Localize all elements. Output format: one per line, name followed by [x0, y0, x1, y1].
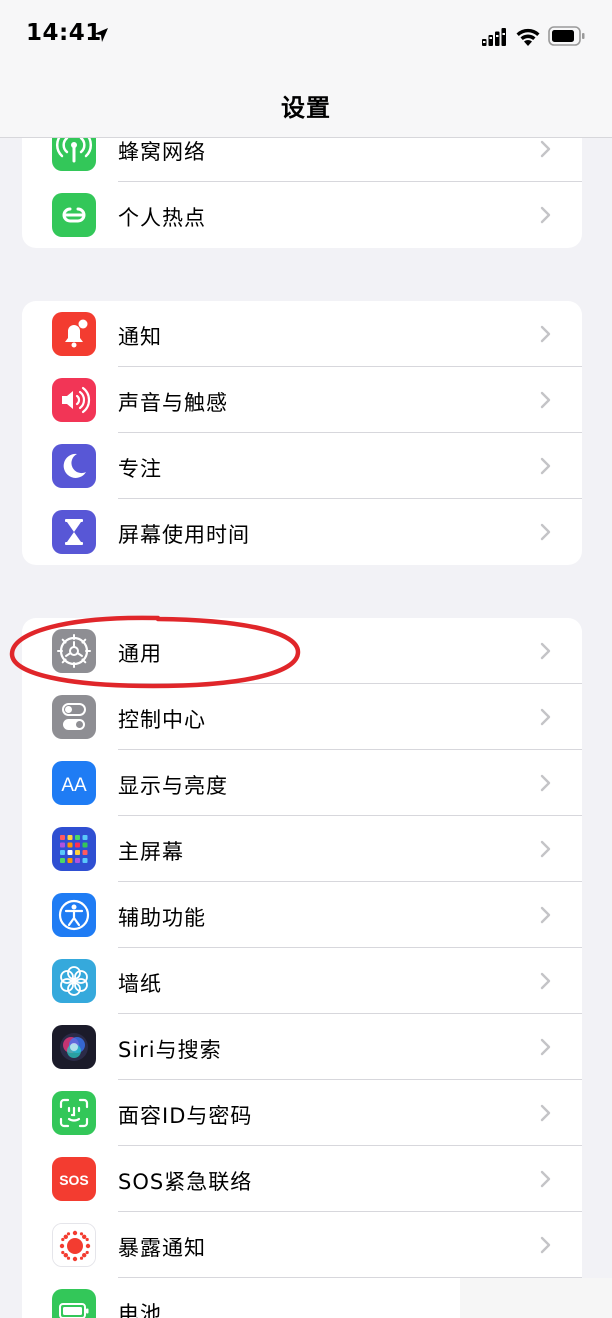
chevron-right-icon: [540, 1104, 551, 1122]
chevron-right-icon: [540, 391, 551, 409]
settings-row-hotspot[interactable]: 个人热点: [22, 182, 582, 248]
sos-icon: SOS: [52, 1157, 96, 1201]
row-label: 个人热点: [118, 206, 206, 230]
row-label: 面容ID与密码: [118, 1104, 253, 1128]
bell-icon: [52, 312, 96, 356]
face-id-icon: [52, 1091, 96, 1135]
chevron-right-icon: [540, 906, 551, 924]
text-size-icon: AA: [52, 761, 96, 805]
row-label: 控制中心: [118, 708, 206, 732]
chevron-right-icon: [540, 1170, 551, 1188]
settings-row-sounds[interactable]: 声音与触感: [22, 367, 582, 433]
settings-row-focus[interactable]: 专注: [22, 433, 582, 499]
chevron-right-icon: [540, 774, 551, 792]
status-time: 14:41: [26, 20, 102, 46]
settings-row-accessibility[interactable]: 辅助功能: [22, 882, 582, 948]
settings-row-home-screen[interactable]: 主屏幕: [22, 816, 582, 882]
chevron-right-icon: [540, 1038, 551, 1056]
location-arrow-icon: [94, 28, 108, 42]
hotspot-icon: [52, 193, 96, 237]
row-label: 屏幕使用时间: [118, 523, 250, 547]
settings-row-notifications[interactable]: 通知: [22, 301, 582, 367]
battery-icon: [548, 26, 585, 46]
row-label: Siri与搜索: [118, 1038, 222, 1062]
hourglass-icon: [52, 510, 96, 554]
chevron-right-icon: [540, 972, 551, 990]
settings-row-display[interactable]: AA 显示与亮度: [22, 750, 582, 816]
watermark-area: [460, 1278, 612, 1318]
row-label: 蜂窝网络: [118, 140, 206, 164]
cellular-signal-icon: [482, 28, 506, 46]
chevron-right-icon: [540, 708, 551, 726]
settings-row-siri[interactable]: Siri与搜索: [22, 1014, 582, 1080]
row-label: 显示与亮度: [118, 774, 228, 798]
speaker-icon: [52, 378, 96, 422]
status-bar: 14:41: [0, 0, 612, 72]
settings-row-emergency-sos[interactable]: SOS SOS紧急联络: [22, 1146, 582, 1212]
toggles-icon: [52, 695, 96, 739]
chevron-right-icon: [540, 457, 551, 475]
row-label: SOS紧急联络: [118, 1170, 253, 1194]
row-label: 电池: [118, 1302, 162, 1318]
chevron-right-icon: [540, 206, 551, 224]
chevron-right-icon: [540, 523, 551, 541]
siri-icon: [52, 1025, 96, 1069]
row-label: 声音与触感: [118, 391, 228, 415]
chevron-right-icon: [540, 1236, 551, 1254]
wifi-icon: [516, 28, 540, 46]
row-label: 暴露通知: [118, 1236, 206, 1260]
row-label: 专注: [118, 457, 162, 481]
settings-row-screen-time[interactable]: 屏幕使用时间: [22, 499, 582, 565]
battery-app-icon: [52, 1289, 96, 1318]
settings-row-control-center[interactable]: 控制中心: [22, 684, 582, 750]
settings-row-face-id[interactable]: 面容ID与密码: [22, 1080, 582, 1146]
settings-screen: 14:41 设置 蜂窝网络 个人热点 通知 声音与触感 专注 屏幕使用时间 通用…: [0, 0, 612, 1318]
settings-row-exposure-notifications[interactable]: 暴露通知: [22, 1212, 582, 1278]
gear-icon: [52, 629, 96, 673]
accessibility-icon: [52, 893, 96, 937]
settings-row-wallpaper[interactable]: 墙纸: [22, 948, 582, 1014]
exposure-icon: [52, 1223, 96, 1267]
row-label: 墙纸: [118, 972, 162, 996]
row-label: 通知: [118, 325, 162, 349]
row-label: 辅助功能: [118, 906, 206, 930]
flower-icon: [52, 959, 96, 1003]
chevron-right-icon: [540, 325, 551, 343]
home-grid-icon: [52, 827, 96, 871]
chevron-right-icon: [540, 840, 551, 858]
navigation-bar: 设置: [0, 72, 612, 138]
page-title: 设置: [281, 94, 331, 122]
settings-group-notifications: 通知 声音与触感 专注 屏幕使用时间: [22, 301, 582, 565]
settings-group-general: 通用 控制中心 AA 显示与亮度 主屏幕 辅助功能 墙纸 Siri与搜索 面容I…: [22, 618, 582, 1318]
settings-row-general[interactable]: 通用: [22, 618, 582, 684]
moon-icon: [52, 444, 96, 488]
row-label: 主屏幕: [118, 840, 184, 864]
chevron-right-icon: [540, 642, 551, 660]
chevron-right-icon: [540, 140, 551, 158]
sos-icon-text: SOS: [59, 1172, 89, 1188]
row-label: 通用: [118, 642, 162, 666]
aa-icon-text: AA: [61, 775, 87, 796]
